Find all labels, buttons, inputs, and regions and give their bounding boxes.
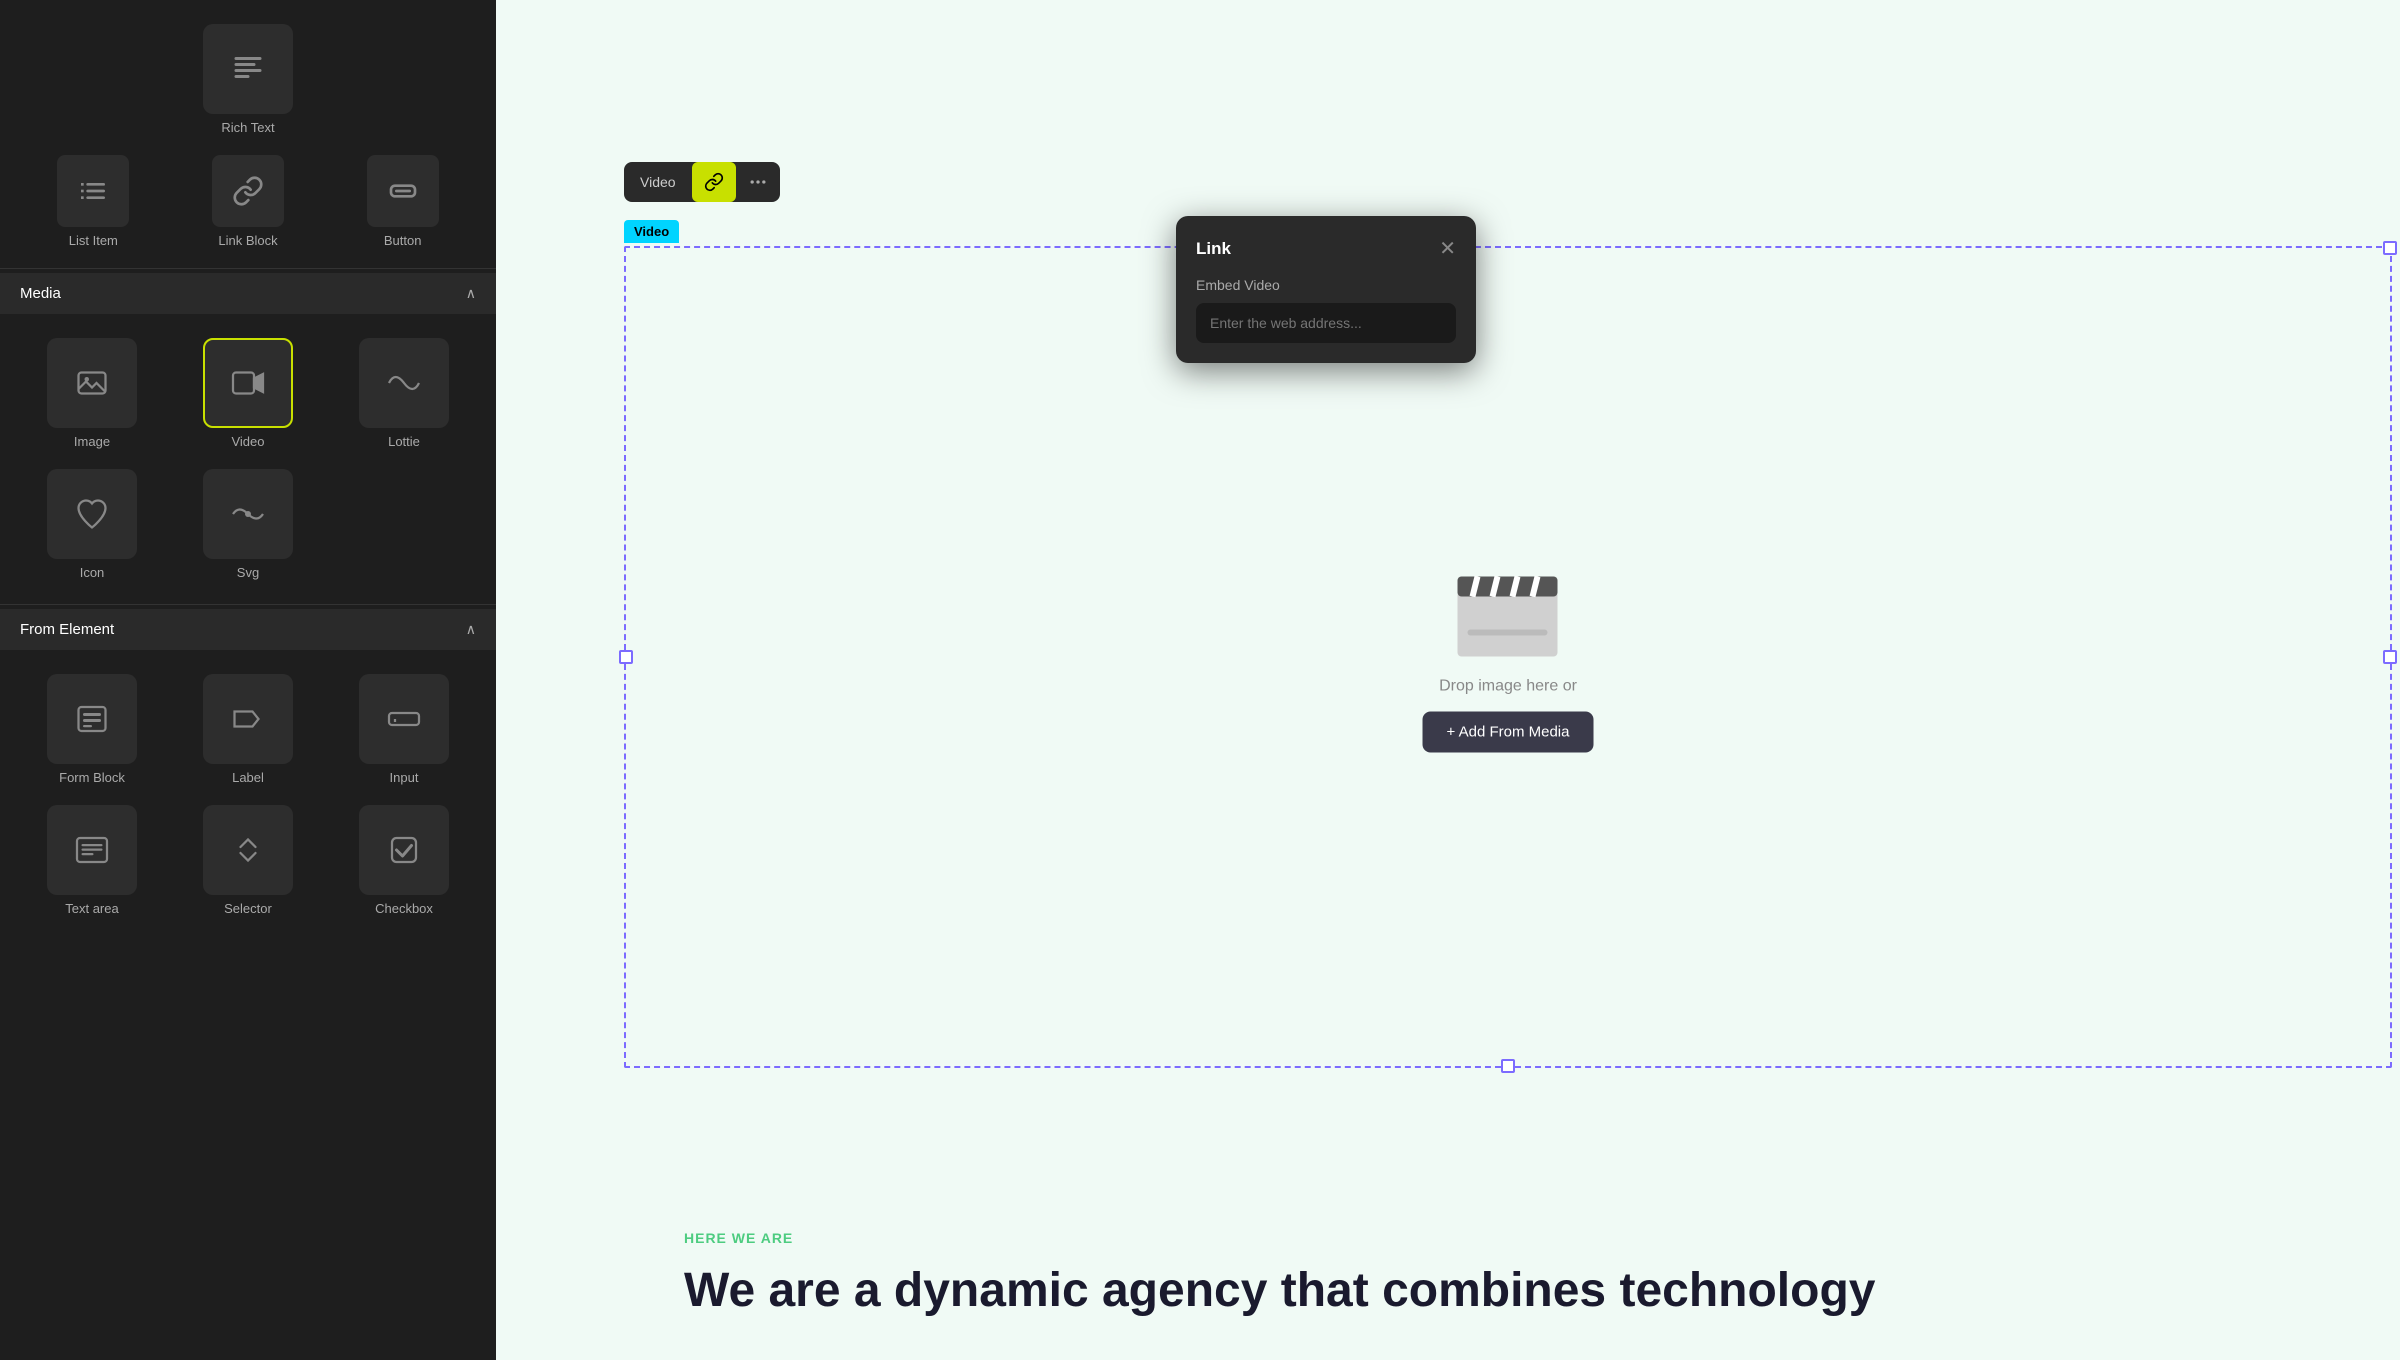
lottie-label: Lottie [388,434,420,449]
icon-icon-box [47,469,137,559]
input-icon [386,701,422,737]
toolbar-more-button[interactable] [736,162,780,202]
section-divider-2 [0,604,496,605]
input-icon-box [359,674,449,764]
link-icon [704,172,724,192]
more-dots-icon [748,172,768,192]
link-popup-url-input[interactable] [1196,303,1456,343]
sidebar-item-link-block[interactable]: Link Block [198,155,298,248]
label-icon [230,701,266,737]
selector-icon [230,832,266,868]
button-icon-box [367,155,439,227]
from-element-grid: Form Block Label Input [0,654,496,936]
here-we-are-tag: HERE WE ARE [684,1230,2340,1246]
form-block-icon [74,701,110,737]
image-icon [74,365,110,401]
button-label: Button [384,233,422,248]
input-label: Input [390,770,419,785]
sidebar: Rich Text List Item [0,0,496,1360]
label-label: Label [232,770,264,785]
rich-text-icon [230,51,266,87]
rich-text-label: Rich Text [221,120,274,135]
link-popup-subtitle: Embed Video [1196,277,1456,293]
sidebar-item-button[interactable]: Button [353,155,453,248]
sidebar-item-lottie[interactable]: Lottie [328,330,480,457]
media-chevron-icon: ∧ [466,285,476,302]
list-item-label: List Item [69,233,118,248]
video-block[interactable]: Drop image here or + Add From Media [624,246,2392,1068]
toolbar-video-label: Video [624,166,692,198]
rich-text-icon-box [203,24,293,114]
clapperboard-icon [1448,562,1568,662]
link-block-label: Link Block [218,233,277,248]
text-area-icon-box [47,805,137,895]
top-items-row: List Item Link Block But [0,147,496,264]
link-popup-title: Link [1196,239,1231,259]
handle-mid-right[interactable] [2383,650,2397,664]
selector-icon-box [203,805,293,895]
heart-icon [74,496,110,532]
video-icon [230,365,266,401]
drop-image-text: Drop image here or [1439,678,1577,696]
video-tab-label: Video [624,220,679,243]
sidebar-scroll: Rich Text List Item [0,8,496,1360]
video-label: Video [231,434,264,449]
sidebar-item-selector[interactable]: Selector [172,797,324,924]
image-label: Image [74,434,110,449]
media-section-header[interactable]: Media ∧ [0,273,496,314]
svg-label: Svg [237,565,259,580]
from-element-section-header[interactable]: From Element ∧ [0,609,496,650]
video-placeholder: Drop image here or + Add From Media [1423,562,1594,753]
svg-icon-box [203,469,293,559]
toolbar-link-button[interactable] [692,162,736,202]
link-block-icon-box [212,155,284,227]
agency-headline: We are a dynamic agency that combines te… [684,1262,2340,1320]
label-icon-box [203,674,293,764]
svg-icon [230,496,266,532]
list-item-icon [77,175,109,207]
checkbox-label: Checkbox [375,901,433,916]
lottie-icon [386,365,422,401]
link-block-icon [232,175,264,207]
sidebar-item-checkbox[interactable]: Checkbox [328,797,480,924]
video-icon-box [203,338,293,428]
checkbox-icon-box [359,805,449,895]
icon-label: Icon [80,565,105,580]
sidebar-item-list-item[interactable]: List Item [43,155,143,248]
media-section-title: Media [20,285,61,302]
selector-label: Selector [224,901,272,916]
main-content: Video Video [496,0,2400,1360]
checkbox-icon [386,832,422,868]
bottom-content: HERE WE ARE We are a dynamic agency that… [624,1190,2400,1360]
button-icon [387,175,419,207]
link-popup-close-button[interactable]: ✕ [1439,236,1456,261]
add-from-media-button[interactable]: + Add From Media [1423,712,1594,753]
text-area-label: Text area [65,901,118,916]
handle-mid-left[interactable] [619,650,633,664]
from-element-chevron-icon: ∧ [466,621,476,638]
sidebar-item-label[interactable]: Label [172,666,324,793]
sidebar-item-input[interactable]: Input [328,666,480,793]
list-item-icon-box [57,155,129,227]
form-block-label: Form Block [59,770,125,785]
section-divider-1 [0,268,496,269]
link-popup: Link ✕ Embed Video [1176,216,1476,363]
link-popup-header: Link ✕ [1196,236,1456,261]
lottie-icon-box [359,338,449,428]
sidebar-item-form-block[interactable]: Form Block [16,666,168,793]
form-block-icon-box [47,674,137,764]
media-grid: Image Video Lottie [0,318,496,600]
handle-top-right[interactable] [2383,241,2397,255]
sidebar-item-image[interactable]: Image [16,330,168,457]
handle-bottom-center[interactable] [1501,1059,1515,1073]
video-toolbar: Video [624,162,780,202]
image-icon-box [47,338,137,428]
from-element-section-title: From Element [20,621,114,638]
sidebar-item-rich-text[interactable]: Rich Text [199,16,297,143]
sidebar-item-svg[interactable]: Svg [172,461,324,588]
sidebar-item-text-area[interactable]: Text area [16,797,168,924]
text-area-icon [74,832,110,868]
sidebar-item-video[interactable]: Video [172,330,324,457]
sidebar-item-icon[interactable]: Icon [16,461,168,588]
